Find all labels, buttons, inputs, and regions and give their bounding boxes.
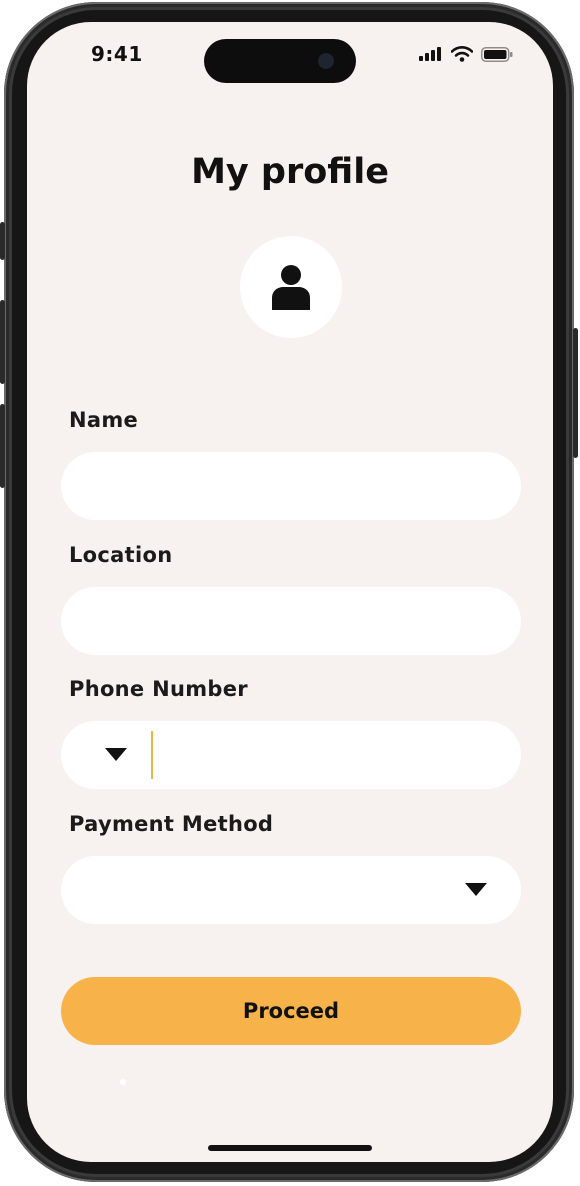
text-cursor	[151, 731, 153, 779]
volume-down-button	[0, 404, 5, 488]
payment-dropdown-toggle[interactable]	[461, 876, 491, 904]
user-icon	[272, 265, 310, 310]
caret-down-icon	[465, 883, 487, 896]
location-input[interactable]	[61, 587, 521, 655]
action-button	[0, 222, 5, 260]
power-button	[573, 328, 578, 458]
payment-method-select[interactable]	[61, 856, 521, 924]
phone-number-field	[61, 721, 521, 791]
caret-down-icon	[105, 748, 127, 761]
location-label: Location	[69, 543, 173, 567]
page-title: My profile	[191, 152, 389, 192]
battery-icon	[481, 46, 513, 62]
cellular-signal-icon	[419, 47, 441, 61]
status-time: 9:41	[91, 42, 143, 66]
name-label: Name	[69, 408, 139, 432]
proceed-button[interactable]: Proceed	[61, 977, 521, 1045]
wifi-icon	[451, 46, 473, 62]
avatar[interactable]	[240, 236, 342, 338]
status-icons	[419, 46, 513, 62]
payment-method-label: Payment Method	[69, 812, 274, 836]
name-input[interactable]	[61, 452, 521, 520]
home-indicator[interactable]	[208, 1145, 372, 1151]
decorative-dot	[120, 1079, 126, 1085]
dynamic-island	[204, 39, 356, 83]
phone-number-input[interactable]	[161, 721, 505, 791]
volume-up-button	[0, 300, 5, 384]
camera-icon	[318, 53, 334, 69]
phone-number-label: Phone Number	[69, 677, 248, 701]
country-code-dropdown[interactable]	[101, 741, 131, 769]
app-screen: 9:41 My profile Name Location Phone Numb…	[27, 22, 553, 1162]
